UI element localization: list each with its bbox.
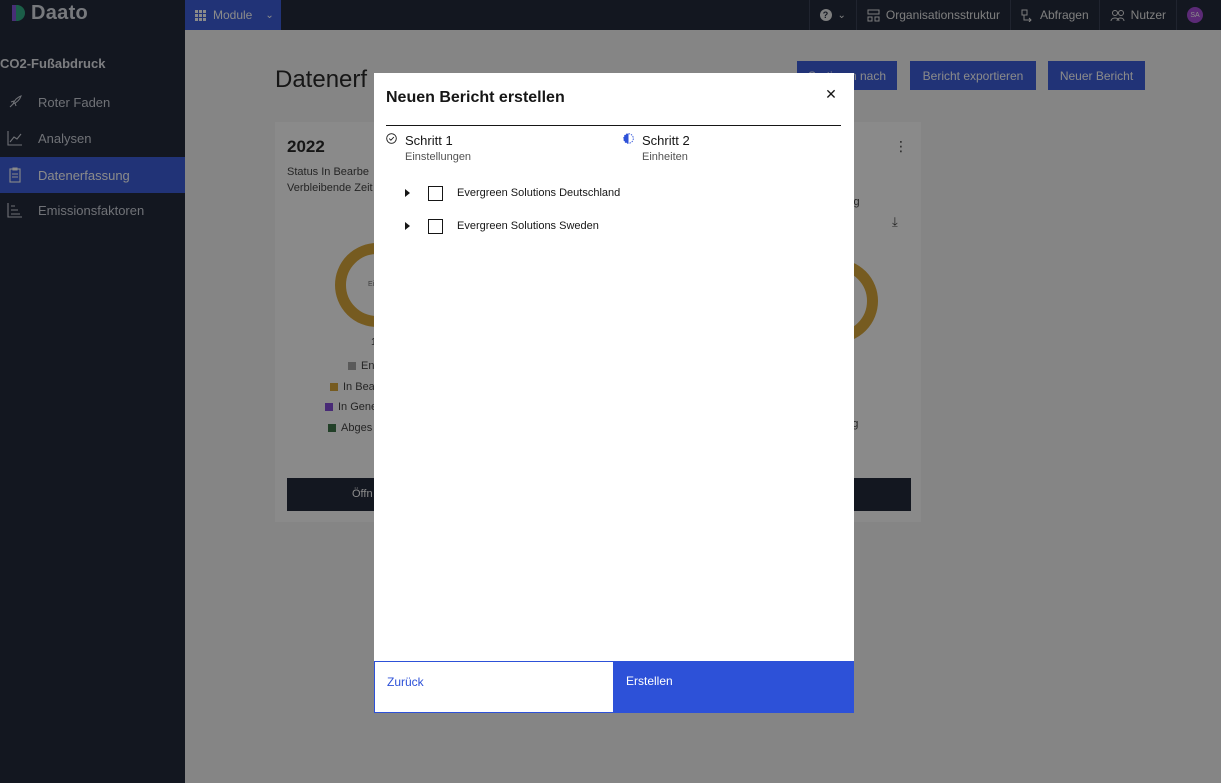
back-button[interactable]: Zurück [374,661,614,713]
back-button-label: Zurück [387,675,424,689]
close-button[interactable]: ✕ [820,83,842,105]
step-name: Schritt 2 [642,133,690,148]
unit-checkbox[interactable] [428,219,443,234]
checkmark-outline-icon [386,133,397,144]
step-name: Schritt 1 [405,133,453,148]
unit-checkbox[interactable] [428,186,443,201]
progress-indicator-line [386,125,841,126]
caret-right-icon[interactable] [405,189,410,197]
caret-right-icon[interactable] [405,222,410,230]
unit-row-deutschland: Evergreen Solutions Deutschland [398,184,818,204]
create-button-label: Erstellen [626,674,673,688]
unit-label: Evergreen Solutions Deutschland [457,187,621,199]
unit-label: Evergreen Solutions Sweden [457,220,599,232]
unit-row-sweden: Evergreen Solutions Sweden [398,217,818,237]
create-button[interactable]: Erstellen [614,661,854,713]
modal-title: Neuen Bericht erstellen [386,89,565,106]
step-subtitle: Einheiten [642,151,688,163]
half-circle-current-icon [623,133,634,144]
close-icon: ✕ [825,85,837,102]
step-subtitle: Einstellungen [405,151,472,163]
create-report-modal: Neuen Bericht erstellen ✕ Schritt 1 Eins… [374,73,854,713]
